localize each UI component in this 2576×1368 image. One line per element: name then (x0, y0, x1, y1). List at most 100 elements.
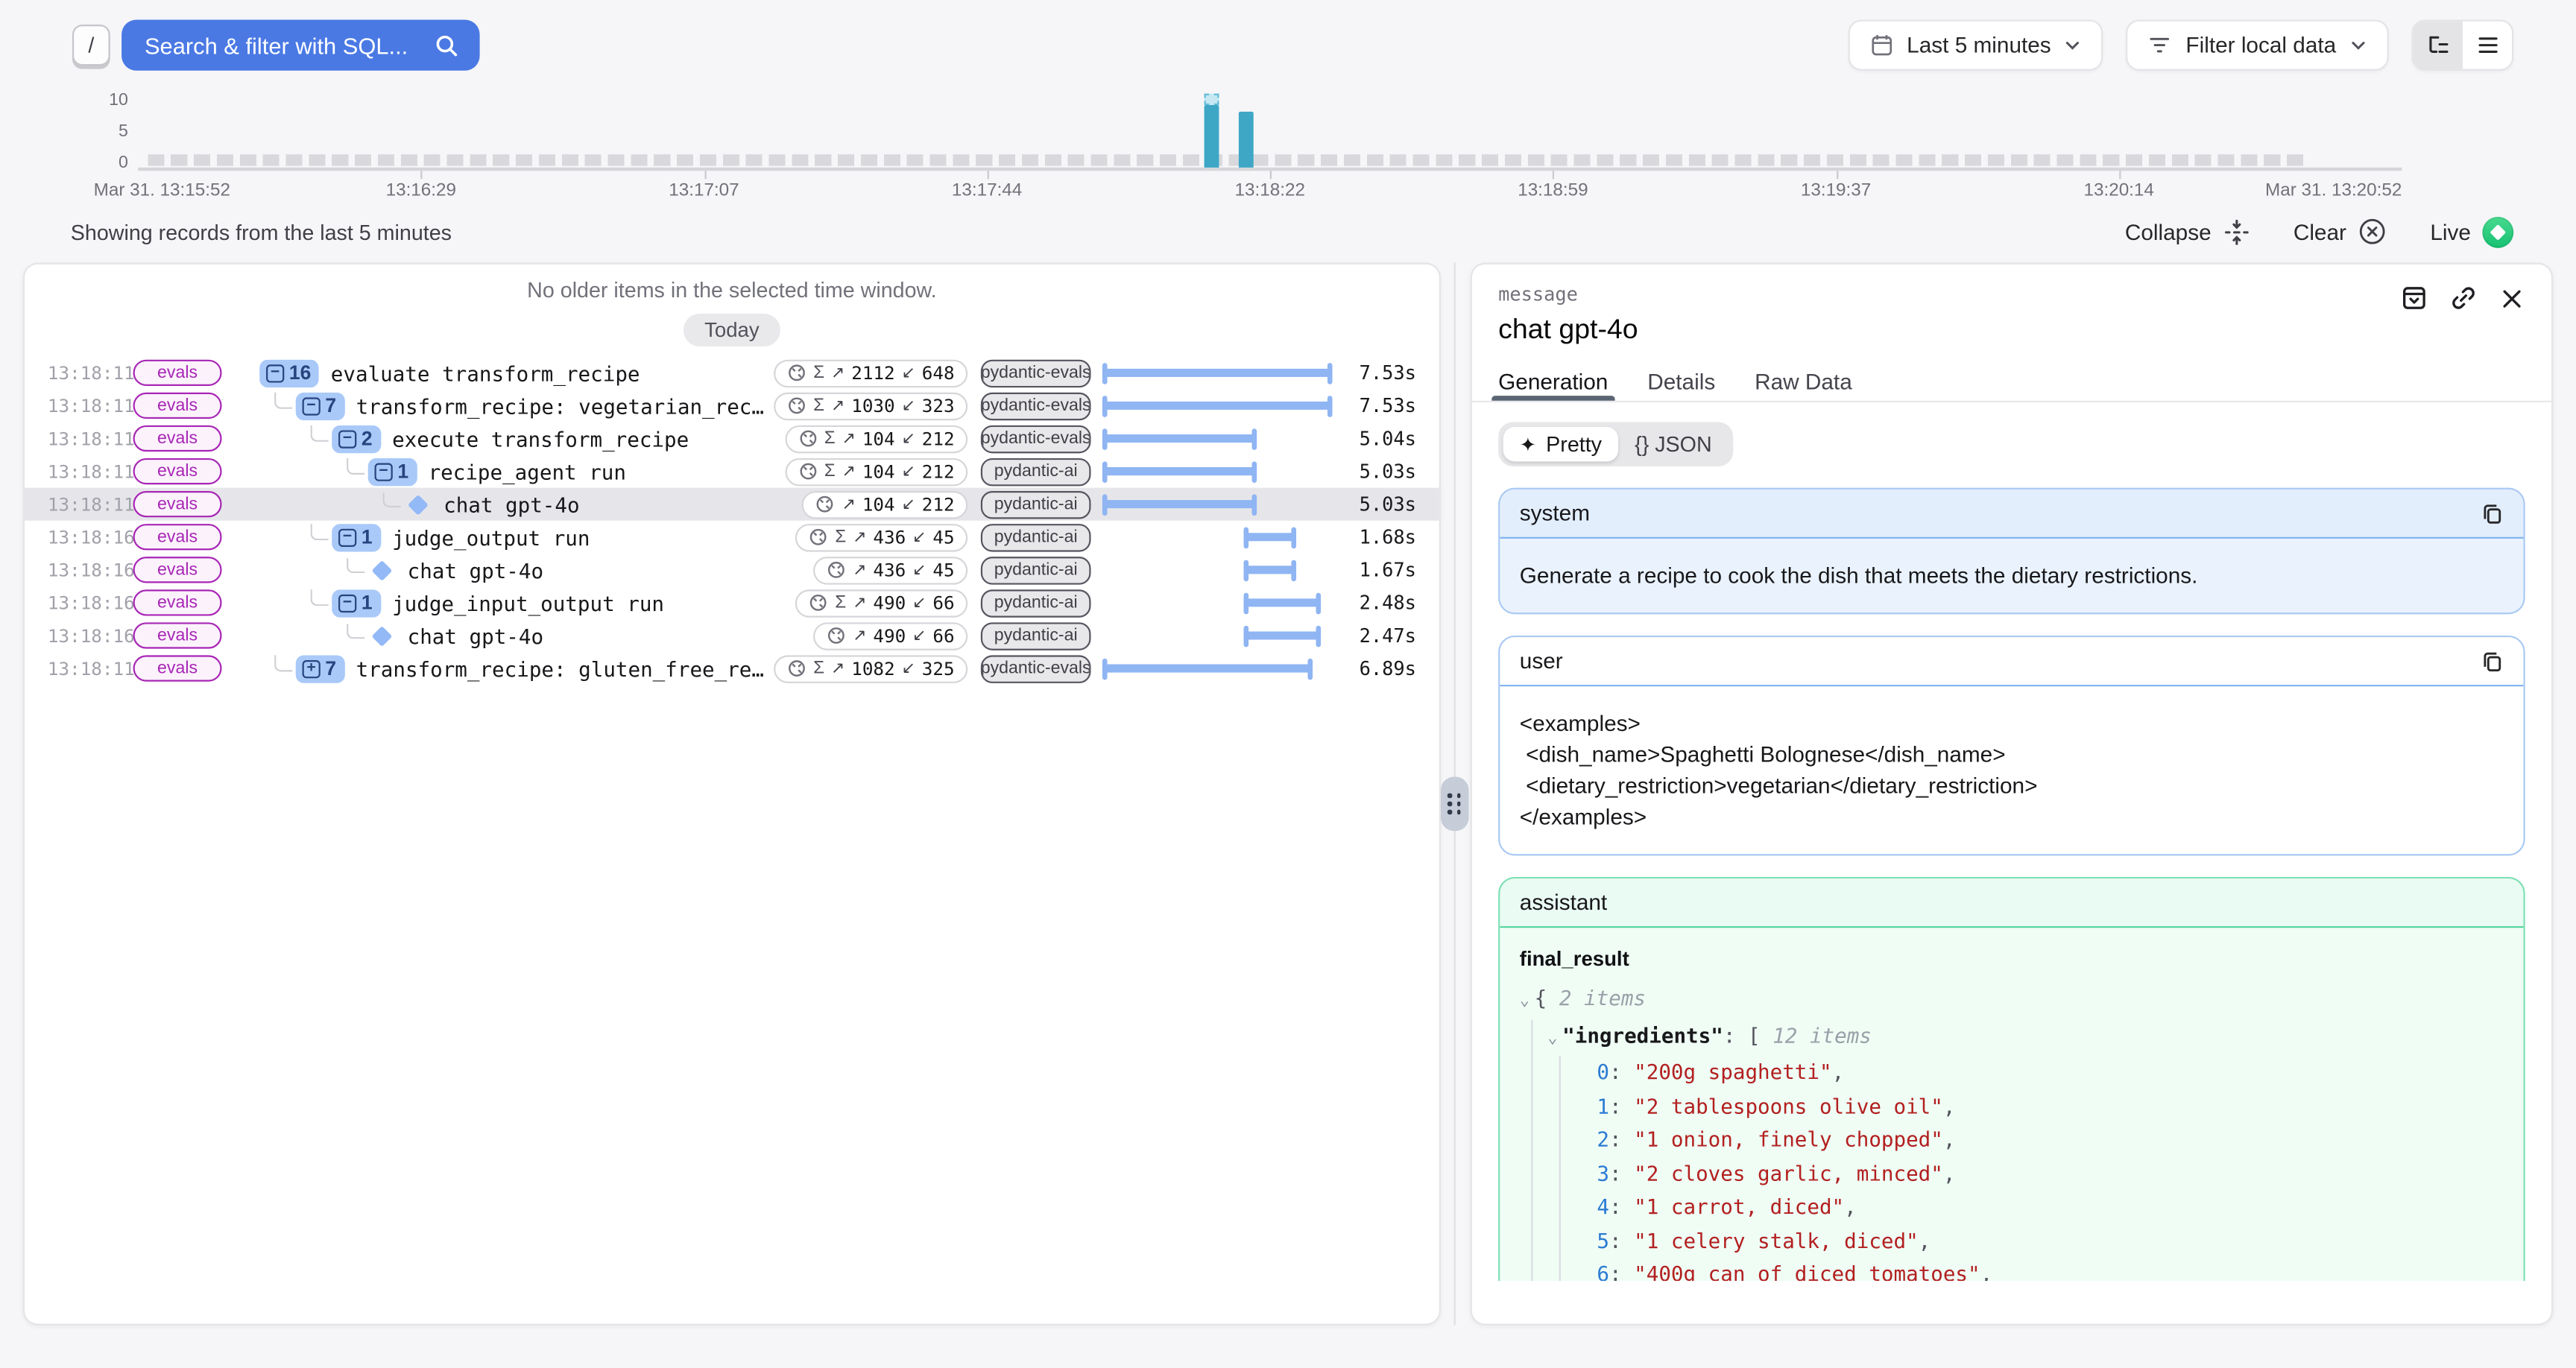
child-count: 7 (325, 394, 336, 417)
input-tokens: 104 (862, 428, 895, 449)
trace-row[interactable]: 13:18:16evalschat gpt-4o↗490↙66pydantic-… (25, 619, 1439, 652)
copy-icon[interactable] (2481, 501, 2504, 525)
trace-row-metrics: Σ↗104↙212pydantic-ai5.03s (785, 457, 1416, 485)
duration-label: 1.68s (1344, 525, 1416, 548)
trace-row[interactable]: 13:18:16evalschat gpt-4o↗436↙45pydantic-… (25, 554, 1439, 586)
chart-bar[interactable] (1238, 111, 1253, 167)
trace-row[interactable]: 13:18:16evals−1judge_output runΣ↗436↙45p… (25, 521, 1439, 554)
copy-link-icon[interactable] (2449, 284, 2477, 311)
duration-bar-track (1104, 654, 1330, 682)
evals-badge[interactable]: evals (133, 524, 222, 550)
json-array-item: 1: "2 tablespoons olive oil", (1597, 1089, 2504, 1123)
scope-tag: pydantic-evals (981, 654, 1091, 682)
evals-badge[interactable]: evals (133, 622, 222, 648)
span-name: judge_input_output run (392, 590, 664, 615)
today-pill[interactable]: Today (683, 314, 780, 346)
evals-badge[interactable]: evals (133, 655, 222, 681)
search-button[interactable]: Search & filter with SQL... (121, 19, 479, 70)
trace-row-time: 13:18:16 (48, 592, 133, 614)
scope-tag: pydantic-evals (981, 425, 1091, 452)
trace-row[interactable]: 13:18:11evals−7transform_recipe: vegetar… (25, 389, 1439, 422)
input-tokens: 104 (862, 460, 895, 482)
list-view-toggle[interactable] (2463, 22, 2512, 69)
chart-x-tick-label: 13:17:07 (669, 180, 739, 200)
clear-button[interactable]: Clear (2294, 217, 2387, 247)
evals-badge[interactable]: evals (133, 557, 222, 583)
chart-bar[interactable] (1205, 105, 1219, 168)
evals-badge[interactable]: evals (133, 589, 222, 615)
collapse-button[interactable]: Collapse (2125, 218, 2251, 245)
tree-connector (347, 557, 364, 573)
chart-x-tick (704, 171, 705, 179)
assistant-message-card: assistant final_result ⌄{ 2 items ⌄"ingr… (1498, 877, 2525, 1281)
record-title: chat gpt-4o (1498, 314, 2525, 346)
collapse-node-button[interactable]: −2 (332, 425, 380, 452)
tab-generation[interactable]: Generation (1498, 370, 1608, 401)
chart-plot-area[interactable]: Mar 31. 13:15:5213:16:2913:17:0713:17:44… (138, 92, 2402, 171)
span-name: recipe_agent run (429, 459, 626, 484)
live-toggle[interactable]: Live (2430, 216, 2513, 247)
plus-square-icon: + (303, 659, 321, 677)
sparkle-icon: ✦ (1520, 433, 1536, 456)
trace-row-tree: chat gpt-4o (232, 557, 813, 582)
expand-node-button[interactable]: +7 (296, 654, 344, 682)
showing-records-note: Showing records from the last 5 minutes (71, 219, 452, 244)
collapse-node-button[interactable]: −1 (332, 589, 380, 616)
assistant-role-label: assistant (1520, 890, 1607, 915)
chart-x-tick (1553, 171, 1554, 179)
trace-row[interactable]: 13:18:11evals−2execute transform_recipeΣ… (25, 422, 1439, 455)
output-tokens: 325 (922, 658, 955, 680)
token-usage-pill: Σ↗2112↙648 (774, 359, 967, 387)
evals-badge[interactable]: evals (133, 458, 222, 484)
trace-row[interactable]: 13:18:11evalschat gpt-4o↗104↙212pydantic… (25, 488, 1439, 521)
trace-row-time: 13:18:16 (48, 526, 133, 548)
tab-details[interactable]: Details (1647, 370, 1715, 401)
item-value: "2 cloves garlic, minced" (1634, 1160, 1943, 1185)
time-range-select[interactable]: Last 5 minutes (1848, 19, 2103, 70)
trace-row-tree: chat gpt-4o (232, 623, 813, 647)
evals-badge[interactable]: evals (133, 360, 222, 386)
evals-badge[interactable]: evals (133, 491, 222, 517)
trace-row[interactable]: 13:18:11evals−1recipe_agent runΣ↗104↙212… (25, 455, 1439, 488)
output-tokens: 212 (922, 460, 955, 482)
close-icon[interactable] (2498, 285, 2525, 311)
json-root-line[interactable]: ⌄{ 2 items (1520, 982, 2504, 1019)
output-tokens-arrow-icon: ↙ (901, 495, 915, 513)
collapse-node-button[interactable]: −1 (332, 523, 380, 551)
trace-row-tree: −1 judge_input_output run (232, 589, 796, 616)
detail-panel: message chat gpt-4o Generation Details R… (1471, 263, 2553, 1326)
collapse-node-button[interactable]: −16 (259, 359, 319, 387)
json-ingredients-line[interactable]: ⌄"ingredients": [ 12 items (1547, 1019, 2504, 1057)
trace-row-metrics: Σ↗1082↙325pydantic-evals6.89s (774, 654, 1416, 682)
collapse-node-button[interactable]: −1 (368, 457, 417, 485)
minus-square-icon: − (266, 364, 284, 381)
trace-row[interactable]: 13:18:11evals+7transform_recipe: gluten_… (25, 652, 1439, 685)
minus-square-icon: − (375, 462, 393, 480)
output-tokens: 323 (922, 395, 955, 417)
input-tokens-arrow-icon: ↗ (831, 396, 845, 414)
tree-view-toggle[interactable] (2414, 22, 2463, 69)
duration-label: 7.53s (1344, 394, 1416, 417)
evals-badge[interactable]: evals (133, 425, 222, 452)
json-toggle[interactable]: {} JSON (1618, 427, 1729, 461)
output-tokens: 45 (932, 559, 954, 580)
user-message-text: <examples> <dish_name>Spaghetti Bolognes… (1500, 686, 2523, 854)
input-tokens-arrow-icon: ↗ (853, 627, 866, 645)
trace-row[interactable]: 13:18:16evals−1judge_input_output runΣ↗4… (25, 586, 1439, 619)
scope-tag: pydantic-ai (981, 457, 1091, 485)
tab-raw-data[interactable]: Raw Data (1755, 370, 1852, 401)
chart-x-tick (1270, 171, 1272, 179)
panel-resize-handle[interactable] (1441, 777, 1468, 832)
chart-y-tick-label: 5 (86, 121, 128, 141)
evals-badge[interactable]: evals (133, 393, 222, 419)
copy-icon[interactable] (2481, 650, 2504, 673)
json-array-item: 3: "2 cloves garlic, minced", (1597, 1157, 2504, 1191)
child-count: 2 (362, 427, 373, 450)
pretty-toggle[interactable]: ✦Pretty (1503, 427, 1618, 461)
open-in-drawer-icon[interactable] (2400, 284, 2428, 311)
trace-row[interactable]: 13:18:11evals−16evaluate transform_recip… (25, 356, 1439, 389)
view-mode-toggle (2412, 19, 2514, 70)
filter-local-data-select[interactable]: Filter local data (2127, 19, 2389, 70)
collapse-node-button[interactable]: −7 (296, 392, 344, 419)
timeline-chart[interactable]: 1050 Mar 31. 13:15:5213:16:2913:17:0713:… (0, 89, 2576, 203)
